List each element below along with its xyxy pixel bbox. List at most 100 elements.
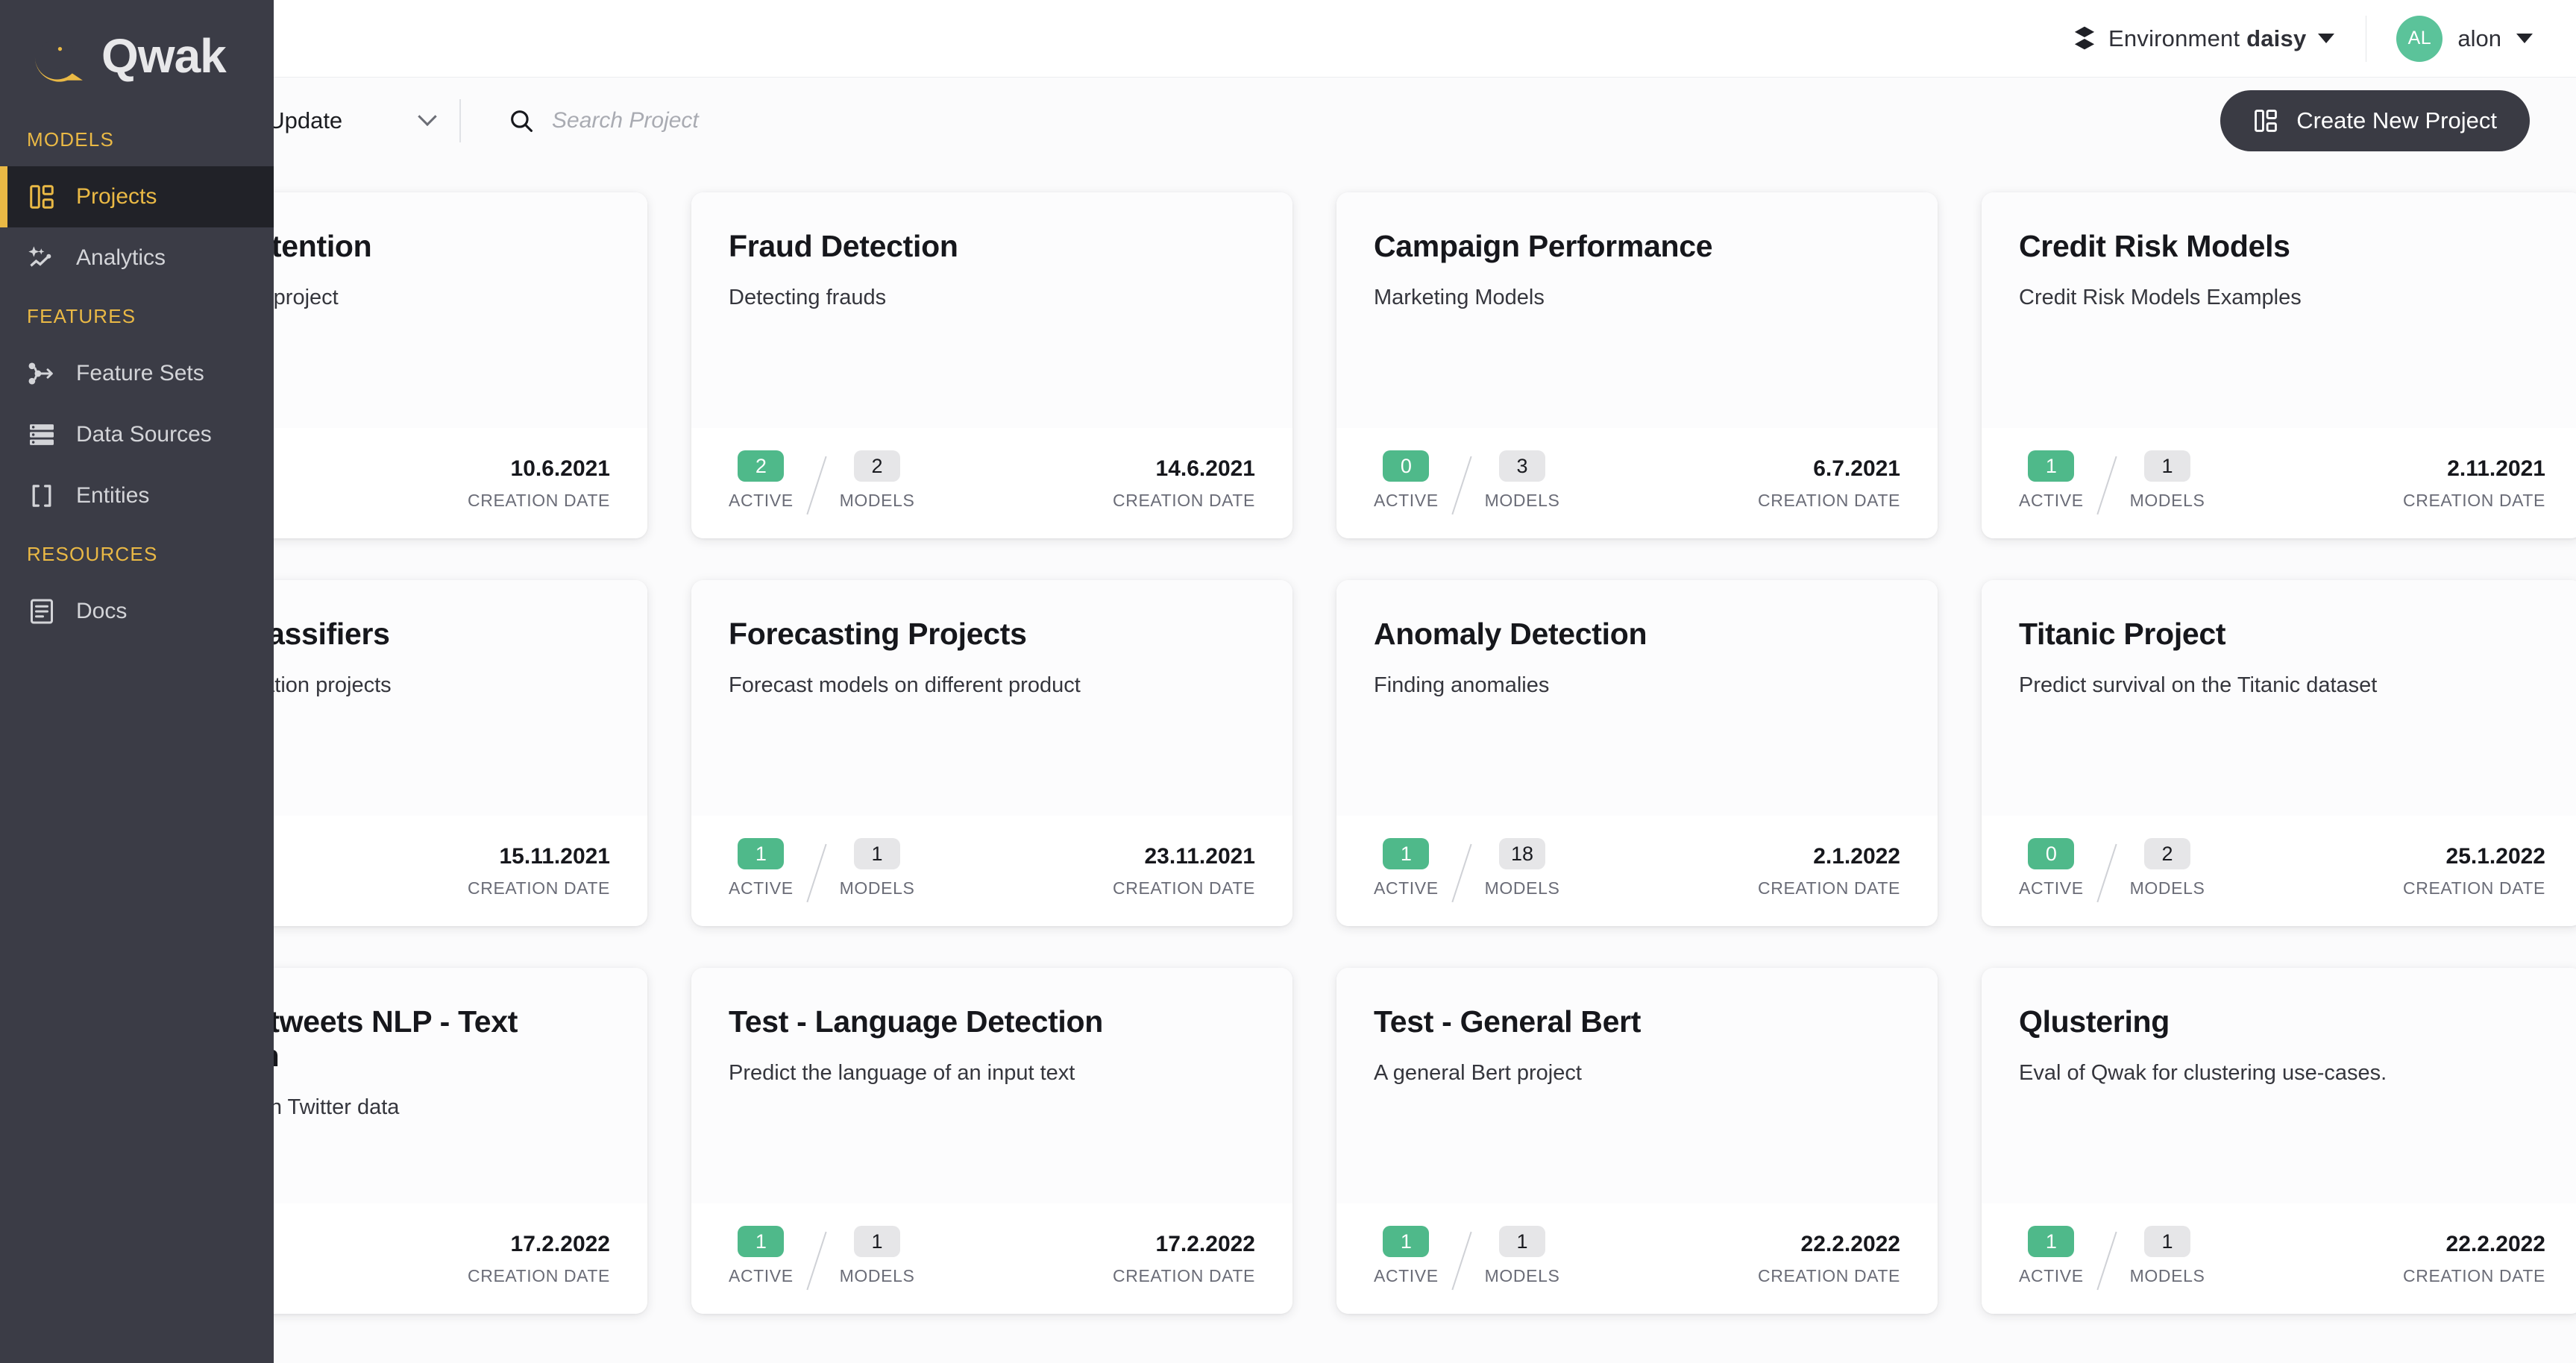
active-stat: 2 ACTIVE: [729, 450, 794, 511]
creation-date-label: CREATION DATE: [1758, 490, 1900, 510]
project-description: Marketing Models: [1374, 285, 1545, 309]
sidebar-section-title: FEATURES: [27, 305, 136, 327]
data-sources-icon: [27, 420, 57, 450]
creation-date-block: 10.6.2021 CREATION DATE: [468, 456, 610, 511]
docs-icon: [27, 596, 57, 626]
project-card[interactable]: Qlustering Eval of Qwak for clustering u…: [1982, 968, 2576, 1314]
project-stats: 1 ACTIVE 1 MODELS: [1374, 1226, 1559, 1291]
models-label: MODELS: [2129, 491, 2205, 510]
create-new-project-button[interactable]: Create New Project: [2220, 90, 2530, 151]
sidebar-item-feature-sets[interactable]: Feature Sets: [0, 343, 274, 404]
create-new-project-label: Create New Project: [2296, 107, 2497, 133]
project-card[interactable]: Test - General Bert A general Bert proje…: [1336, 968, 1938, 1314]
project-card-body: Titanic Project Predict survival on the …: [1982, 580, 2576, 816]
creation-date-value: 2.11.2021: [2447, 456, 2545, 481]
creation-date-label: CREATION DATE: [468, 1265, 610, 1285]
sidebar-item-data-sources[interactable]: Data Sources: [0, 404, 274, 465]
project-title: Campaign Performance: [1374, 229, 1713, 263]
creation-date-label: CREATION DATE: [1758, 878, 1900, 898]
sidebar-section-title: MODELS: [27, 128, 115, 151]
brand-logo[interactable]: Qwak: [0, 0, 274, 112]
creation-date-block: 22.2.2022 CREATION DATE: [2403, 1232, 2545, 1286]
sidebar-item-analytics[interactable]: Analytics: [0, 227, 274, 289]
project-title: Test - General Bert: [1374, 1004, 1642, 1039]
project-card-footer: 1 ACTIVE 1 MODELS 23.11.2021 CREATION DA…: [691, 816, 1292, 926]
creation-date-value: 17.2.2022: [1155, 1231, 1255, 1256]
models-label: MODELS: [2129, 1266, 2205, 1285]
project-card[interactable]: Anomaly Detection Finding anomalies 1 AC…: [1336, 580, 1938, 926]
project-title: Test - Language Detection: [729, 1004, 1104, 1039]
active-label: ACTIVE: [2019, 491, 2084, 510]
avatar: AL: [2396, 15, 2443, 62]
project-card[interactable]: Test - Language Detection Predict the la…: [691, 968, 1292, 1314]
project-description: Detecting frauds: [729, 285, 887, 309]
search-box[interactable]: [509, 108, 940, 133]
sidebar-item-docs[interactable]: Docs: [0, 581, 274, 642]
project-description: A general Bert project: [1374, 1060, 1582, 1085]
creation-date-value: 2.1.2022: [1813, 843, 1900, 869]
project-card-footer: 1 ACTIVE 1 MODELS 17.2.2022 CREATION DAT…: [691, 1203, 1292, 1314]
sidebar-item-entities[interactable]: Entities: [0, 465, 274, 526]
active-count-badge: 1: [738, 838, 785, 869]
creation-date-block: 25.1.2022 CREATION DATE: [2403, 844, 2545, 898]
project-card[interactable]: Campaign Performance Marketing Models 0 …: [1336, 192, 1938, 538]
sidebar-item-label: Feature Sets: [76, 361, 204, 385]
user-menu[interactable]: AL alon: [2396, 15, 2533, 62]
environment-selector[interactable]: Environment daisy: [2073, 25, 2335, 52]
creation-date-block: 17.2.2022 CREATION DATE: [1113, 1232, 1255, 1286]
active-count-badge: 2: [738, 450, 785, 482]
project-card[interactable]: Credit Risk Models Credit Risk Models Ex…: [1982, 192, 2576, 538]
project-title: Qlustering: [2019, 1004, 2170, 1039]
creation-date-block: 2.1.2022 CREATION DATE: [1758, 844, 1900, 898]
models-count-badge: 1: [854, 838, 901, 869]
stat-separator: [2096, 1231, 2117, 1291]
sidebar-item-label: Data Sources: [76, 422, 212, 447]
search-input[interactable]: [552, 108, 940, 133]
stat-separator: [806, 843, 827, 903]
top-bar: Environment daisy AL alon: [0, 0, 2576, 78]
stat-separator: [1451, 456, 1472, 515]
stat-separator: [1451, 843, 1472, 903]
creation-date-label: CREATION DATE: [2403, 878, 2545, 898]
active-stat: 1 ACTIVE: [1374, 838, 1439, 898]
sidebar-item-label: Docs: [76, 599, 128, 623]
project-stats: 0 ACTIVE 3 MODELS: [1374, 450, 1559, 516]
creation-date-value: 22.2.2022: [2445, 1231, 2545, 1256]
creation-date-block: 17.2.2022 CREATION DATE: [468, 1232, 610, 1286]
active-label: ACTIVE: [2019, 878, 2084, 898]
active-stat: 0 ACTIVE: [1374, 450, 1439, 511]
project-title: Anomaly Detection: [1374, 617, 1647, 651]
environment-label: Environment daisy: [2108, 25, 2307, 51]
project-description: Predict survival on the Titanic dataset: [2019, 673, 2378, 697]
models-stat: 1 MODELS: [840, 838, 915, 898]
active-stat: 1 ACTIVE: [729, 838, 794, 898]
project-card[interactable]: Forecasting Projects Forecast models on …: [691, 580, 1292, 926]
projects-toolbar: Last Update Create New Project: [0, 78, 2576, 164]
project-stats: 1 ACTIVE 1 MODELS: [2019, 1226, 2205, 1291]
creation-date-value: 6.7.2021: [1813, 456, 1900, 481]
active-stat: 1 ACTIVE: [2019, 1226, 2084, 1286]
creation-date-block: 14.6.2021 CREATION DATE: [1113, 456, 1255, 511]
sidebar: Qwak MODELS Projects Analytics FEATURES F…: [0, 0, 274, 1363]
creation-date-block: 2.11.2021 CREATION DATE: [2403, 456, 2545, 511]
active-stat: 0 ACTIVE: [2019, 838, 2084, 898]
qwak-duck-logo-icon: [27, 27, 85, 85]
active-label: ACTIVE: [2019, 1266, 2084, 1285]
project-description: Forecast models on different product: [729, 673, 1081, 697]
creation-date-value: 17.2.2022: [510, 1231, 610, 1256]
caret-down-icon[interactable]: [2516, 34, 2533, 43]
project-card[interactable]: Fraud Detection Detecting frauds 2 ACTIV…: [691, 192, 1292, 538]
user-name: alon: [2457, 25, 2501, 51]
stat-separator: [1451, 1231, 1472, 1291]
project-card-body: Fraud Detection Detecting frauds: [691, 192, 1292, 428]
projects-grid: Customer Retention Customer retention pr…: [0, 164, 2576, 1363]
active-label: ACTIVE: [1374, 491, 1439, 510]
creation-date-value: 15.11.2021: [499, 843, 611, 869]
models-stat: 2 MODELS: [840, 450, 915, 511]
stat-separator: [2096, 456, 2117, 515]
project-card[interactable]: Titanic Project Predict survival on the …: [1982, 580, 2576, 926]
sidebar-item-projects[interactable]: Projects: [0, 166, 274, 227]
models-stat: 2 MODELS: [2130, 838, 2205, 898]
project-card-footer: 0 ACTIVE 3 MODELS 6.7.2021 CREATION DATE: [1336, 428, 1938, 538]
caret-down-icon[interactable]: [2318, 34, 2335, 43]
